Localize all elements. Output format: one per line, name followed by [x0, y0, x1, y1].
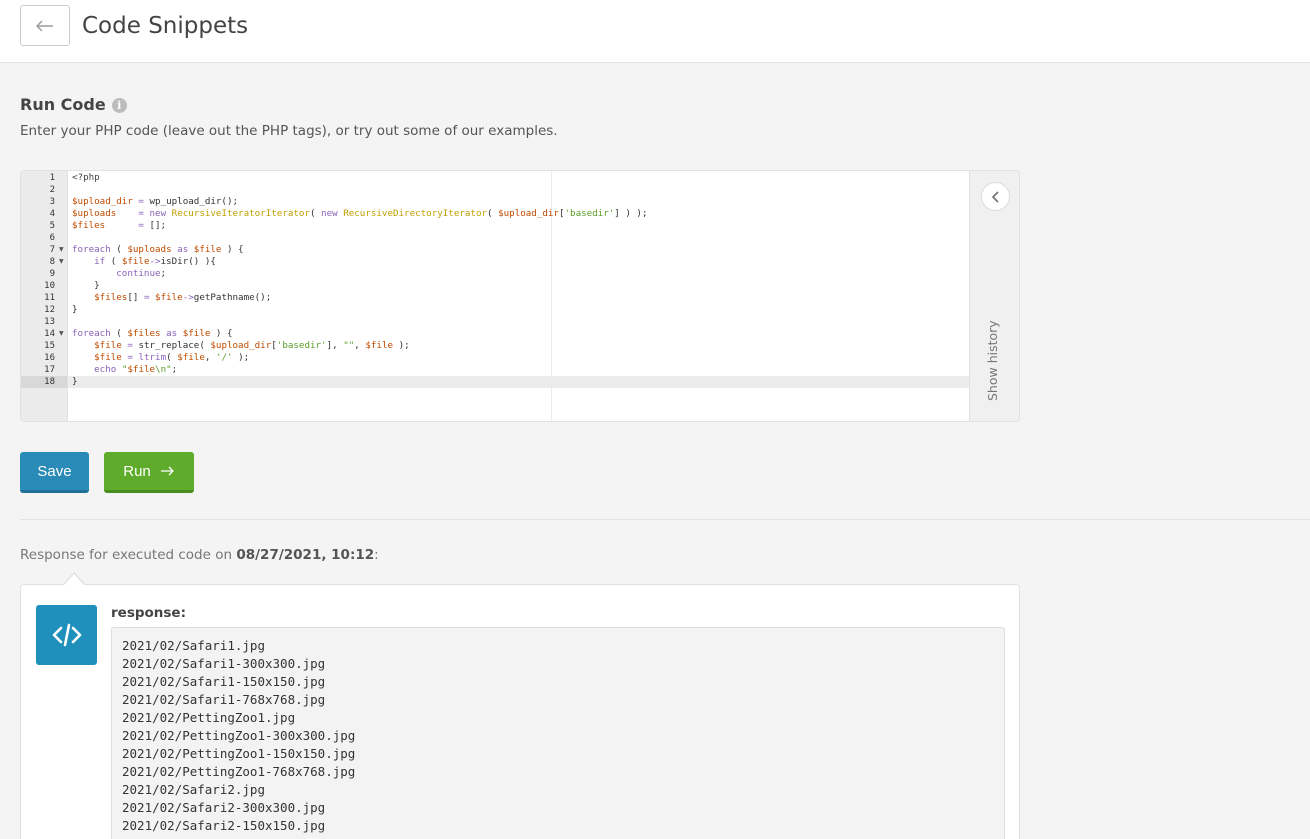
code-line: foreach ( $files as $file ) {	[72, 328, 233, 339]
top-bar: Code Snippets	[0, 0, 1310, 63]
run-code-heading: Run Code i	[20, 94, 127, 116]
active-line-highlight	[68, 376, 970, 388]
response-datetime: 08/27/2021, 10:12	[236, 547, 375, 563]
response-label: response:	[111, 605, 186, 621]
run-button[interactable]: Run	[104, 452, 194, 493]
fold-toggle-icon[interactable]: ▼	[59, 328, 64, 340]
line-number: 11	[44, 293, 55, 303]
line-number: 9	[49, 269, 55, 279]
code-line: $file = str_replace( $upload_dir['basedi…	[94, 340, 410, 351]
page-title: Code Snippets	[82, 13, 249, 39]
code-line: foreach ( $uploads as $file ) {	[72, 244, 244, 255]
code-content[interactable]: <?php $upload_dir = wp_upload_dir(); $up…	[72, 171, 648, 387]
response-card: response: 2021/02/Safari1.jpg 2021/02/Sa…	[20, 584, 1020, 839]
fold-toggle-icon[interactable]: ▼	[59, 256, 64, 268]
code-line: }	[72, 280, 100, 291]
line-number: 10	[44, 281, 55, 291]
history-toggle-button[interactable]	[981, 182, 1010, 211]
code-line: $files = [];	[72, 220, 167, 231]
code-line: continue;	[116, 268, 167, 279]
code-line: $files[] = $file->getPathname();	[94, 292, 272, 303]
code-line: $uploads = new RecursiveIteratorIterator…	[72, 208, 648, 219]
history-panel: Show history	[969, 171, 1019, 421]
response-output: 2021/02/Safari1.jpg 2021/02/Safari1-300x…	[111, 627, 1005, 839]
code-icon-box	[36, 605, 97, 665]
editor-gutter: 1 2 3 4 5 6 7 ▼ 8 ▼ 9 10 11 12 13 14 ▼ 15 16 17 18	[21, 171, 68, 421]
code-line: if ( $file->isDir() ){	[94, 256, 216, 267]
run-code-title: Run Code	[20, 95, 106, 114]
line-number: 2	[49, 185, 55, 195]
code-line: echo "$file\n";	[94, 364, 178, 375]
code-line: $file = ltrim( $file, '/' );	[94, 352, 250, 363]
code-line: <?php	[72, 172, 100, 183]
response-caret-inner	[63, 574, 85, 586]
line-number: 6	[49, 233, 55, 243]
arrow-left-icon	[36, 20, 53, 31]
show-history-label[interactable]: Show history	[985, 320, 1000, 401]
line-number: 4	[49, 209, 55, 219]
arrow-right-icon	[160, 466, 174, 476]
back-button[interactable]	[20, 5, 70, 46]
line-number: 8	[49, 257, 55, 267]
code-line: }	[72, 304, 78, 315]
code-editor[interactable]: 1 2 3 4 5 6 7 ▼ 8 ▼ 9 10 11 12 13 14 ▼ 15 16 17 18 <?php $up…	[20, 170, 1020, 422]
line-number: 17	[44, 365, 55, 375]
info-icon[interactable]: i	[111, 97, 127, 113]
line-number: 1	[49, 173, 55, 183]
line-number: 18	[44, 377, 55, 387]
line-number: 14	[44, 329, 55, 339]
code-icon	[52, 623, 81, 647]
line-number: 16	[44, 353, 55, 363]
line-number: 15	[44, 341, 55, 351]
line-number: 3	[49, 197, 55, 207]
line-number: 7	[49, 245, 55, 255]
line-number: 12	[44, 305, 55, 315]
save-button[interactable]: Save	[20, 452, 89, 493]
run-code-subtitle: Enter your PHP code (leave out the PHP t…	[20, 123, 558, 139]
section-divider	[20, 519, 1310, 520]
fold-toggle-icon[interactable]: ▼	[59, 244, 64, 256]
response-meta-prefix: Response for executed code on	[20, 547, 237, 563]
line-number: 13	[44, 317, 55, 327]
response-meta-suffix: :	[374, 547, 379, 563]
chevron-left-icon	[991, 190, 999, 203]
save-button-label: Save	[37, 462, 72, 480]
code-line: }	[72, 376, 78, 387]
response-meta: Response for executed code on 08/27/2021…	[20, 545, 379, 565]
code-line: $upload_dir = wp_upload_dir();	[72, 196, 239, 207]
line-number: 5	[49, 221, 55, 231]
run-button-label: Run	[123, 462, 151, 480]
